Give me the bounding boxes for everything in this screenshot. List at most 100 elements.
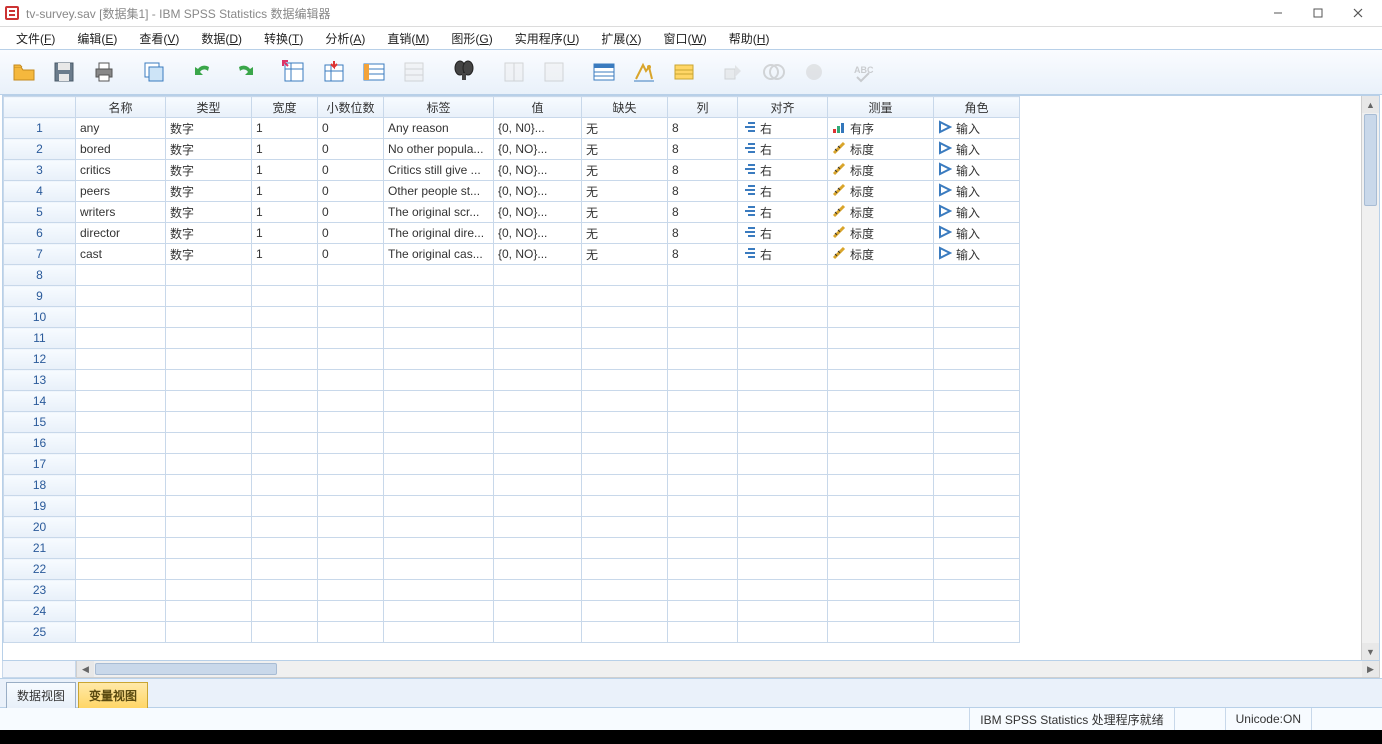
horizontal-scroll-thumb[interactable] — [95, 663, 277, 675]
tab-data-view[interactable]: 数据视图 — [6, 682, 76, 708]
cell-empty[interactable] — [738, 559, 828, 580]
cell-name[interactable]: writers — [76, 202, 166, 223]
cell-missing[interactable]: 无 — [582, 244, 668, 265]
cell-empty[interactable] — [668, 496, 738, 517]
cell-empty[interactable] — [318, 601, 384, 622]
table-row-empty[interactable]: 19 — [4, 496, 1020, 517]
cell-empty[interactable] — [76, 265, 166, 286]
table-row-empty[interactable]: 8 — [4, 265, 1020, 286]
row-number[interactable]: 21 — [4, 538, 76, 559]
scroll-right-arrow-icon[interactable]: ▶ — [1362, 661, 1379, 677]
cell-align[interactable]: 右 — [738, 202, 828, 223]
row-number[interactable]: 11 — [4, 328, 76, 349]
cell-label[interactable]: Any reason — [384, 118, 494, 139]
cell-empty[interactable] — [76, 433, 166, 454]
cell-columns_w[interactable]: 8 — [668, 160, 738, 181]
cell-empty[interactable] — [828, 391, 934, 412]
cell-empty[interactable] — [76, 580, 166, 601]
cell-empty[interactable] — [738, 349, 828, 370]
cell-empty[interactable] — [252, 622, 318, 643]
cell-missing[interactable]: 无 — [582, 202, 668, 223]
scroll-up-arrow-icon[interactable]: ▲ — [1362, 96, 1379, 113]
table-row-empty[interactable]: 14 — [4, 391, 1020, 412]
cell-empty[interactable] — [668, 328, 738, 349]
row-number[interactable]: 22 — [4, 559, 76, 580]
cell-empty[interactable] — [166, 496, 252, 517]
maximize-button[interactable] — [1298, 0, 1338, 26]
cell-empty[interactable] — [738, 538, 828, 559]
cell-role[interactable]: 输入 — [934, 139, 1020, 160]
column-header-name[interactable]: 名称 — [76, 97, 166, 118]
cell-empty[interactable] — [384, 286, 494, 307]
cell-empty[interactable] — [828, 370, 934, 391]
cell-empty[interactable] — [582, 391, 668, 412]
table-row-empty[interactable]: 24 — [4, 601, 1020, 622]
row-number[interactable]: 7 — [4, 244, 76, 265]
row-number[interactable]: 23 — [4, 580, 76, 601]
cell-empty[interactable] — [668, 391, 738, 412]
cell-empty[interactable] — [668, 433, 738, 454]
cell-empty[interactable] — [384, 496, 494, 517]
cell-empty[interactable] — [494, 475, 582, 496]
row-number[interactable]: 15 — [4, 412, 76, 433]
cell-columns_w[interactable]: 8 — [668, 202, 738, 223]
cell-empty[interactable] — [76, 454, 166, 475]
cell-label[interactable]: No other popula... — [384, 139, 494, 160]
table-row[interactable]: 3critics数字10Critics still give ...{0, NO… — [4, 160, 1020, 181]
cell-align[interactable]: 右 — [738, 118, 828, 139]
cell-empty[interactable] — [668, 559, 738, 580]
cell-empty[interactable] — [494, 412, 582, 433]
horizontal-scrollbar[interactable]: ◀ ▶ — [76, 661, 1380, 678]
cell-empty[interactable] — [252, 475, 318, 496]
cell-empty[interactable] — [494, 286, 582, 307]
cell-empty[interactable] — [252, 433, 318, 454]
row-number[interactable]: 16 — [4, 433, 76, 454]
cell-values[interactable]: {0, NO}... — [494, 160, 582, 181]
cell-empty[interactable] — [252, 496, 318, 517]
cell-type[interactable]: 数字 — [166, 223, 252, 244]
cell-empty[interactable] — [934, 454, 1020, 475]
cell-empty[interactable] — [738, 433, 828, 454]
menu-item[interactable]: 直销(M) — [377, 28, 439, 49]
cell-empty[interactable] — [76, 496, 166, 517]
cell-empty[interactable] — [318, 328, 384, 349]
cell-empty[interactable] — [166, 328, 252, 349]
cell-decimals[interactable]: 0 — [318, 160, 384, 181]
cell-empty[interactable] — [738, 622, 828, 643]
cell-empty[interactable] — [166, 538, 252, 559]
column-header-width[interactable]: 宽度 — [252, 97, 318, 118]
vertical-scrollbar[interactable]: ▲ ▼ — [1361, 96, 1379, 660]
cell-role[interactable]: 输入 — [934, 202, 1020, 223]
cell-empty[interactable] — [738, 307, 828, 328]
cell-decimals[interactable]: 0 — [318, 223, 384, 244]
cell-empty[interactable] — [738, 286, 828, 307]
undo-icon[interactable] — [186, 54, 222, 90]
column-header-missing[interactable]: 缺失 — [582, 97, 668, 118]
cell-empty[interactable] — [828, 328, 934, 349]
table-row[interactable]: 1any数字10Any reason{0, N0}...无8右有序输入 — [4, 118, 1020, 139]
cell-empty[interactable] — [828, 517, 934, 538]
cell-empty[interactable] — [494, 307, 582, 328]
cell-empty[interactable] — [384, 412, 494, 433]
cell-empty[interactable] — [668, 601, 738, 622]
cell-width[interactable]: 1 — [252, 160, 318, 181]
cell-empty[interactable] — [582, 286, 668, 307]
cell-empty[interactable] — [76, 517, 166, 538]
cell-align[interactable]: 右 — [738, 223, 828, 244]
cell-empty[interactable] — [738, 391, 828, 412]
cell-empty[interactable] — [166, 475, 252, 496]
cell-label[interactable]: The original cas... — [384, 244, 494, 265]
cell-empty[interactable] — [934, 601, 1020, 622]
cell-role[interactable]: 输入 — [934, 181, 1020, 202]
cell-empty[interactable] — [934, 391, 1020, 412]
cell-empty[interactable] — [668, 307, 738, 328]
cell-align[interactable]: 右 — [738, 181, 828, 202]
vertical-scroll-thumb[interactable] — [1364, 114, 1377, 206]
menu-item[interactable]: 帮助(H) — [719, 28, 780, 49]
row-number[interactable]: 12 — [4, 349, 76, 370]
cell-empty[interactable] — [934, 538, 1020, 559]
cell-empty[interactable] — [828, 454, 934, 475]
goto-case-icon[interactable] — [276, 54, 312, 90]
cell-empty[interactable] — [494, 496, 582, 517]
cell-empty[interactable] — [828, 433, 934, 454]
